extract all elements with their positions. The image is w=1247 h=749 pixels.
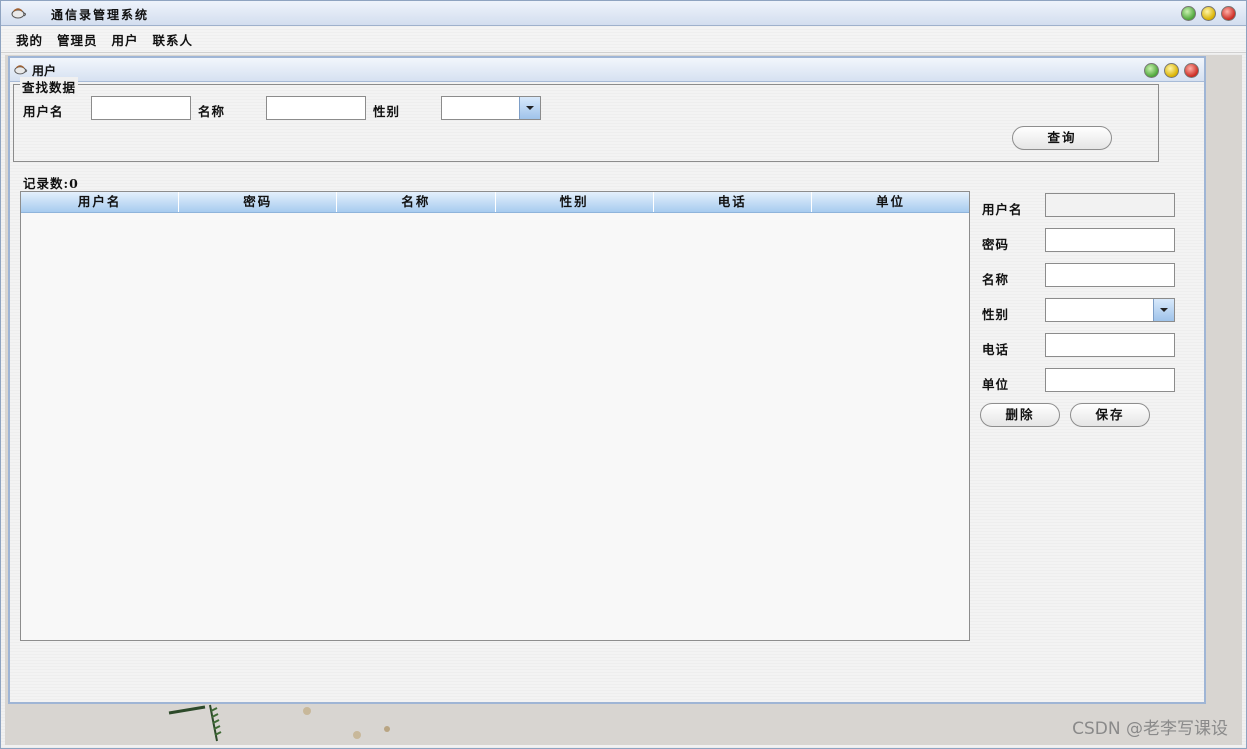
coffee-cup-icon <box>11 8 26 19</box>
record-count: 记录数:0 <box>23 176 79 191</box>
detail-phone-field[interactable] <box>1045 333 1175 357</box>
detail-password-field[interactable] <box>1045 228 1175 252</box>
window-titlebar[interactable]: 通信录管理系统 <box>1 1 1246 26</box>
frame-titlebar[interactable]: 用户 <box>10 58 1204 82</box>
frame-maximize-button[interactable] <box>1144 63 1159 78</box>
menu-my[interactable]: 我的 <box>9 30 50 49</box>
detail-company-label: 单位 <box>982 377 1010 392</box>
leaf-decoration <box>168 704 222 742</box>
detail-gender-select[interactable] <box>1045 298 1175 322</box>
detail-name-field[interactable] <box>1045 263 1175 287</box>
dried-flower-decoration <box>303 707 311 715</box>
column-header-username[interactable]: 用户名 <box>21 192 180 212</box>
detail-phone-label: 电话 <box>982 342 1010 357</box>
frame-close-button[interactable] <box>1184 63 1199 78</box>
search-username-input[interactable] <box>91 96 191 120</box>
user-table[interactable]: 用户名 密码 名称 性别 电话 单位 <box>20 191 970 641</box>
watermark: CSDN @老李写课设 <box>1072 719 1228 739</box>
table-header: 用户名 密码 名称 性别 电话 单位 <box>21 192 969 213</box>
detail-name-label: 名称 <box>982 272 1010 287</box>
column-header-gender[interactable]: 性别 <box>496 192 654 212</box>
search-username-label: 用户名 <box>23 104 64 119</box>
menubar: 我的 管理员 用户 联系人 <box>1 27 1246 53</box>
query-button[interactable]: 查询 <box>1012 126 1112 150</box>
window-title: 通信录管理系统 <box>51 8 150 22</box>
column-header-company[interactable]: 单位 <box>812 192 969 212</box>
search-panel: 查找数据 用户名 名称 性别 查询 <box>13 77 1159 162</box>
column-header-phone[interactable]: 电话 <box>654 192 812 212</box>
maximize-button[interactable] <box>1181 6 1196 21</box>
desktop-area: 用户 查找数据 用户名 名称 性别 查询 记录数:0 用户名 密码 名称 性别 … <box>5 55 1242 745</box>
delete-button[interactable]: 删除 <box>980 403 1060 427</box>
chevron-down-icon[interactable] <box>1153 299 1174 321</box>
dried-flower-decoration <box>353 726 390 739</box>
frame-minimize-button[interactable] <box>1164 63 1179 78</box>
detail-company-field[interactable] <box>1045 368 1175 392</box>
detail-password-label: 密码 <box>982 237 1010 252</box>
menu-admin[interactable]: 管理员 <box>50 30 105 49</box>
detail-username-label: 用户名 <box>982 202 1023 217</box>
menu-user[interactable]: 用户 <box>105 30 146 49</box>
minimize-button[interactable] <box>1201 6 1216 21</box>
search-panel-legend: 查找数据 <box>20 77 79 96</box>
column-header-password[interactable]: 密码 <box>179 192 338 212</box>
detail-username-field[interactable] <box>1045 193 1175 217</box>
app-window: 通信录管理系统 我的 管理员 用户 联系人 用户 查找数据 用户名 名称 性别 … <box>0 0 1247 749</box>
chevron-down-icon[interactable] <box>519 97 540 119</box>
save-button[interactable]: 保存 <box>1070 403 1150 427</box>
search-gender-label: 性别 <box>373 104 401 119</box>
search-name-label: 名称 <box>198 104 226 119</box>
menu-contact[interactable]: 联系人 <box>146 30 201 49</box>
search-name-input[interactable] <box>266 96 366 120</box>
detail-gender-label: 性别 <box>982 307 1010 322</box>
column-header-name[interactable]: 名称 <box>337 192 496 212</box>
search-gender-select[interactable] <box>441 96 541 120</box>
close-button[interactable] <box>1221 6 1236 21</box>
user-internal-frame: 用户 查找数据 用户名 名称 性别 查询 记录数:0 用户名 密码 名称 性别 … <box>8 56 1206 704</box>
coffee-cup-icon <box>14 65 28 75</box>
